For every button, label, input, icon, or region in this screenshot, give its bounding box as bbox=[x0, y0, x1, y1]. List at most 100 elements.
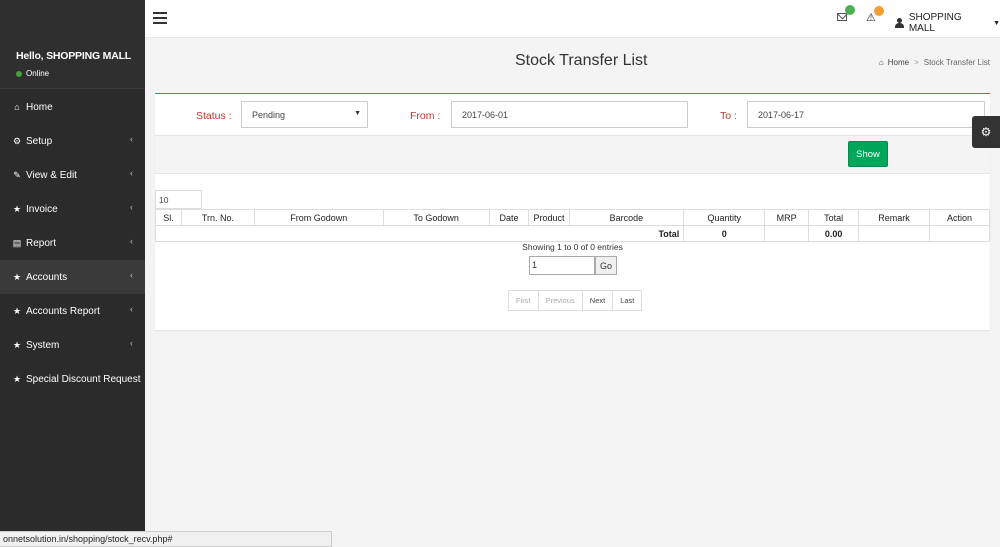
to-date-input[interactable]: 2017-06-17 bbox=[747, 101, 985, 128]
online-dot-icon bbox=[16, 70, 22, 77]
column-header[interactable]: Sl. bbox=[155, 209, 182, 226]
total-label: Total bbox=[154, 225, 685, 242]
chevron-left-icon: ‹ bbox=[130, 304, 133, 314]
breadcrumb: ⌂ Home > Stock Transfer List bbox=[879, 58, 990, 67]
stock-transfer-table: Sl. Trn. No. From Godown To Godown Date … bbox=[154, 209, 990, 242]
from-label: From : bbox=[410, 110, 441, 122]
sidebar-item-label: Special Discount Request bbox=[26, 373, 141, 385]
cogs-icon: ⚙ bbox=[12, 135, 22, 146]
column-header[interactable]: Remark bbox=[858, 209, 930, 226]
show-button[interactable]: Show bbox=[848, 141, 888, 167]
sidebar-item-label: View & Edit bbox=[26, 169, 77, 181]
star-icon: ★ bbox=[12, 271, 22, 282]
breadcrumb-home-link[interactable]: Home bbox=[888, 58, 909, 67]
column-header[interactable]: Barcode bbox=[568, 209, 685, 226]
breadcrumb-current: Stock Transfer List bbox=[923, 58, 990, 67]
home-icon: ⌂ bbox=[878, 58, 884, 67]
column-header[interactable]: Trn. No. bbox=[180, 209, 255, 226]
column-header[interactable]: Product bbox=[528, 209, 570, 226]
edit-icon: ✎ bbox=[13, 169, 21, 180]
mail-notification-badge bbox=[845, 5, 855, 15]
column-header[interactable]: Action bbox=[929, 209, 990, 226]
sidebar-item-setup[interactable]: ⚙ Setup ‹ bbox=[0, 124, 145, 158]
user-icon bbox=[895, 18, 904, 28]
sidebar-item-system[interactable]: ★ System ‹ bbox=[0, 328, 145, 362]
sidebar-item-accounts-report[interactable]: ★ Accounts Report ‹ bbox=[0, 294, 145, 328]
status-select-value: Pending bbox=[252, 110, 286, 120]
go-button[interactable]: Go bbox=[595, 256, 617, 275]
filter-row: Status : Pending ▼ From : 2017-06-01 To … bbox=[155, 94, 990, 136]
sidebar-menu: ⌂ Home ⚙ Setup ‹ ✎ View & Edit ‹ ★ Invoi… bbox=[0, 90, 145, 396]
star-icon: ★ bbox=[12, 305, 22, 316]
column-header[interactable]: Quantity bbox=[683, 209, 766, 226]
table-footer-row: Total 0 0.00 bbox=[154, 225, 990, 242]
chevron-left-icon: ‹ bbox=[130, 134, 133, 144]
sidebar-item-label: Home bbox=[26, 101, 53, 113]
sidebar-item-label: System bbox=[26, 339, 60, 351]
chevron-left-icon: ‹ bbox=[130, 270, 133, 280]
first-page-button[interactable]: First bbox=[509, 291, 539, 310]
user-name: SHOPPING MALL bbox=[908, 12, 962, 34]
chevron-left-icon: ‹ bbox=[130, 168, 133, 178]
stock-transfer-box: Status : Pending ▼ From : 2017-06-01 To … bbox=[154, 93, 990, 330]
breadcrumb-separator: > bbox=[914, 58, 919, 67]
hamburger-menu-icon[interactable] bbox=[153, 12, 167, 24]
sidebar-item-report[interactable]: ▤ Report ‹ bbox=[0, 226, 145, 260]
next-page-button[interactable]: Next bbox=[582, 291, 614, 310]
online-status: Online bbox=[16, 69, 49, 78]
column-header[interactable]: MRP bbox=[764, 209, 810, 226]
chevron-left-icon: ‹ bbox=[130, 236, 133, 246]
column-header[interactable]: Total bbox=[808, 209, 860, 226]
sidebar-item-label: Report bbox=[26, 237, 57, 249]
select-arrow-icon: ▼ bbox=[354, 110, 361, 117]
total-quantity: 0 bbox=[683, 225, 766, 242]
chevron-left-icon: ‹ bbox=[130, 202, 133, 212]
goto-page-input[interactable]: 1 bbox=[529, 256, 595, 275]
file-icon: ▤ bbox=[12, 237, 22, 248]
top-header: ⚠ SHOPPING MALL ▼ bbox=[145, 0, 1000, 38]
chevron-left-icon: ‹ bbox=[130, 338, 133, 348]
sidebar-item-label: Invoice bbox=[26, 203, 58, 215]
to-label: To : bbox=[720, 110, 737, 122]
sidebar-item-home[interactable]: ⌂ Home bbox=[0, 90, 145, 124]
total-action bbox=[929, 225, 990, 242]
column-header[interactable]: Date bbox=[488, 209, 530, 226]
sidebar-item-label: Accounts bbox=[26, 271, 68, 283]
column-header[interactable]: To Godown bbox=[382, 209, 490, 226]
status-label: Status : bbox=[196, 110, 232, 122]
user-greeting: Hello, SHOPPING MALL bbox=[16, 50, 132, 62]
page-size-select[interactable]: 10 bbox=[155, 190, 202, 209]
sidebar: Hello, SHOPPING MALL Online ⌂ Home ⚙ Set… bbox=[0, 0, 145, 547]
sidebar-item-invoice[interactable]: ★ Invoice ‹ bbox=[0, 192, 145, 226]
sidebar-item-label: Setup bbox=[26, 135, 53, 147]
caret-down-icon: ▼ bbox=[993, 19, 1000, 27]
total-remark bbox=[858, 225, 930, 242]
previous-page-button[interactable]: Previous bbox=[538, 291, 583, 310]
star-icon: ★ bbox=[12, 373, 22, 384]
status-bar-url: onnetsolution.in/shopping/stock_recv.php… bbox=[0, 531, 332, 547]
user-panel: Hello, SHOPPING MALL Online bbox=[0, 0, 145, 89]
from-date-input[interactable]: 2017-06-01 bbox=[451, 101, 688, 128]
sidebar-item-special-discount-request[interactable]: ★ Special Discount Request bbox=[0, 362, 145, 396]
table-info: Showing 1 to 0 of 0 entries bbox=[522, 242, 623, 252]
sidebar-item-view-edit[interactable]: ✎ View & Edit ‹ bbox=[0, 158, 145, 192]
button-row: Show bbox=[155, 136, 990, 174]
sidebar-item-label: Accounts Report bbox=[26, 305, 100, 317]
total-amount: 0.00 bbox=[808, 225, 860, 242]
star-icon: ★ bbox=[12, 203, 22, 214]
page-title: Stock Transfer List bbox=[515, 52, 648, 69]
home-icon: ⌂ bbox=[14, 102, 20, 112]
last-page-button[interactable]: Last bbox=[613, 291, 642, 310]
sidebar-item-accounts[interactable]: ★ Accounts ‹ bbox=[0, 260, 145, 294]
total-mrp bbox=[764, 225, 810, 242]
star-icon: ★ bbox=[12, 339, 22, 350]
warning-notification-badge bbox=[874, 6, 884, 16]
status-select[interactable]: Pending ▼ bbox=[241, 101, 368, 128]
online-label: Online bbox=[26, 69, 50, 78]
settings-gear-icon[interactable]: ⚙ bbox=[972, 116, 1000, 148]
table-header-row: Sl. Trn. No. From Godown To Godown Date … bbox=[155, 209, 990, 226]
mail-icon[interactable] bbox=[837, 13, 847, 21]
column-header[interactable]: From Godown bbox=[253, 209, 384, 226]
pagination: First Previous Next Last bbox=[508, 290, 643, 311]
user-menu-dropdown[interactable]: SHOPPING MALL ▼ bbox=[895, 12, 1000, 34]
